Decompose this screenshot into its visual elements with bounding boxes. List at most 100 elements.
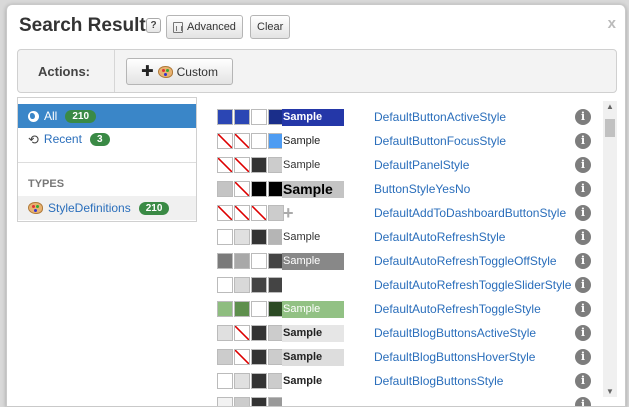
result-row[interactable]: Sample DefaultButtonActiveStyle i [209, 105, 599, 129]
color-swatch [234, 325, 250, 341]
palette-icon [28, 202, 43, 214]
info-icon[interactable]: i [575, 397, 591, 406]
color-swatch [251, 133, 267, 149]
style-sample: Sample [282, 253, 344, 270]
style-sample [282, 277, 344, 294]
sidebar-item-label: Recent [43, 132, 82, 146]
dialog-title: Search Results [19, 15, 157, 36]
advanced-button[interactable]: Advanced [166, 15, 243, 39]
result-name-link[interactable]: DefaultBlogButtonsStyle [374, 374, 503, 388]
color-swatch [234, 373, 250, 389]
sidebar-item-all[interactable]: All 210 [18, 104, 196, 128]
scroll-down-arrow-icon[interactable]: ▼ [606, 387, 614, 396]
color-swatch [217, 253, 233, 269]
sidebar-item-styledefinitions[interactable]: StyleDefinitions 210 [18, 196, 196, 220]
info-icon[interactable]: i [575, 205, 591, 221]
info-icon[interactable]: i [575, 301, 591, 317]
result-name-link[interactable]: DefaultAddToDashboardButtonStyle [374, 206, 566, 220]
result-row[interactable]: i [209, 393, 599, 406]
info-icon[interactable]: i [575, 253, 591, 269]
result-row[interactable]: Sample DefaultAutoRefreshStyle i [209, 225, 599, 249]
count-badge: 210 [138, 201, 170, 215]
color-swatch [217, 229, 233, 245]
result-name-link[interactable]: DefaultPanelStyle [374, 158, 469, 172]
result-row[interactable]: Sample DefaultBlogButtonsActiveStyle i [209, 321, 599, 345]
color-swatch [251, 229, 267, 245]
info-icon[interactable]: i [575, 229, 591, 245]
color-swatch [234, 181, 250, 197]
result-name-link[interactable]: ButtonStyleYesNo [374, 182, 470, 196]
color-swatch [234, 205, 250, 221]
info-icon[interactable]: i [575, 373, 591, 389]
result-name-link[interactable]: DefaultBlogButtonsHoverStyle [374, 350, 535, 364]
actions-bar: Actions: ✚ Custom [17, 49, 617, 93]
result-row[interactable]: Sample DefaultAutoRefreshToggleOffStyle i [209, 249, 599, 273]
info-icon[interactable]: i [575, 109, 591, 125]
result-name-link[interactable]: DefaultAutoRefreshToggleStyle [374, 302, 541, 316]
result-row[interactable]: + DefaultAddToDashboardButtonStyle i [209, 201, 599, 225]
color-swatch [234, 133, 250, 149]
result-row[interactable]: Sample DefaultButtonFocusStyle i [209, 129, 599, 153]
results-list: Sample DefaultButtonActiveStyle i Sample Def… [209, 97, 617, 406]
info-icon[interactable]: i [575, 133, 591, 149]
globe-icon [28, 110, 39, 122]
style-sample: Sample [282, 301, 344, 318]
info-icon[interactable]: i [575, 277, 591, 293]
sidebar-divider [18, 162, 196, 163]
result-row[interactable]: Sample DefaultBlogButtonsHoverStyle i [209, 345, 599, 369]
scroll-up-arrow-icon[interactable]: ▲ [606, 102, 614, 111]
style-sample: Sample [282, 133, 344, 150]
info-icon[interactable]: i [575, 181, 591, 197]
result-row[interactable]: DefaultAutoRefreshToggleSliderStyle i [209, 273, 599, 297]
result-row[interactable]: Sample ButtonStyleYesNo i [209, 177, 599, 201]
result-name-link[interactable]: DefaultAutoRefreshToggleSliderStyle [374, 278, 571, 292]
scroll-thumb[interactable] [605, 119, 615, 137]
result-name-link[interactable]: DefaultAutoRefreshStyle [374, 230, 505, 244]
color-swatch [217, 397, 233, 406]
info-icon[interactable]: i [575, 325, 591, 341]
color-swatch [217, 373, 233, 389]
color-swatch [251, 301, 267, 317]
color-swatch [251, 109, 267, 125]
actions-divider [114, 50, 115, 92]
advanced-label: Advanced [187, 21, 236, 33]
color-swatch [234, 157, 250, 173]
clear-button[interactable]: Clear [250, 15, 291, 39]
recent-icon: ⟲ [28, 131, 39, 147]
info-icon[interactable]: i [575, 157, 591, 173]
result-row[interactable]: Sample DefaultPanelStyle i [209, 153, 599, 177]
count-badge: 3 [89, 132, 110, 146]
result-row[interactable]: Sample DefaultBlogButtonsStyle i [209, 369, 599, 393]
color-swatch [251, 253, 267, 269]
color-swatch [251, 181, 267, 197]
color-swatch [251, 277, 267, 293]
info-icon[interactable]: i [575, 349, 591, 365]
color-swatch [217, 349, 233, 365]
custom-button[interactable]: ✚ Custom [126, 58, 233, 85]
result-name-link[interactable]: DefaultBlogButtonsActiveStyle [374, 326, 536, 340]
types-heading: TYPES [28, 178, 65, 190]
actions-label: Actions: [38, 64, 90, 79]
color-swatch [217, 133, 233, 149]
result-name-link[interactable]: DefaultButtonFocusStyle [374, 134, 506, 148]
color-swatch [234, 253, 250, 269]
color-swatch [234, 301, 250, 317]
style-sample: Sample [282, 157, 344, 174]
results-scrollbar[interactable]: ▲ ▼ [603, 101, 617, 397]
color-swatch [217, 157, 233, 173]
color-swatch [268, 205, 284, 221]
help-button[interactable]: ? [146, 18, 161, 33]
color-swatch [234, 109, 250, 125]
dialog-header: Search Results ? Advanced Clear x [7, 5, 625, 47]
result-row[interactable]: Sample DefaultAutoRefreshToggleStyle i [209, 297, 599, 321]
close-icon[interactable]: x [608, 15, 616, 32]
plus-icon: ✚ [141, 63, 154, 80]
style-sample: Sample [282, 373, 344, 390]
result-name-link[interactable]: DefaultAutoRefreshToggleOffStyle [374, 254, 557, 268]
result-name-link[interactable]: DefaultButtonActiveStyle [374, 110, 506, 124]
color-swatch [251, 349, 267, 365]
style-sample: Sample [282, 349, 344, 366]
color-swatch [217, 277, 233, 293]
palette-icon [157, 65, 173, 78]
sidebar-item-recent[interactable]: ⟲ Recent 3 [18, 127, 196, 151]
